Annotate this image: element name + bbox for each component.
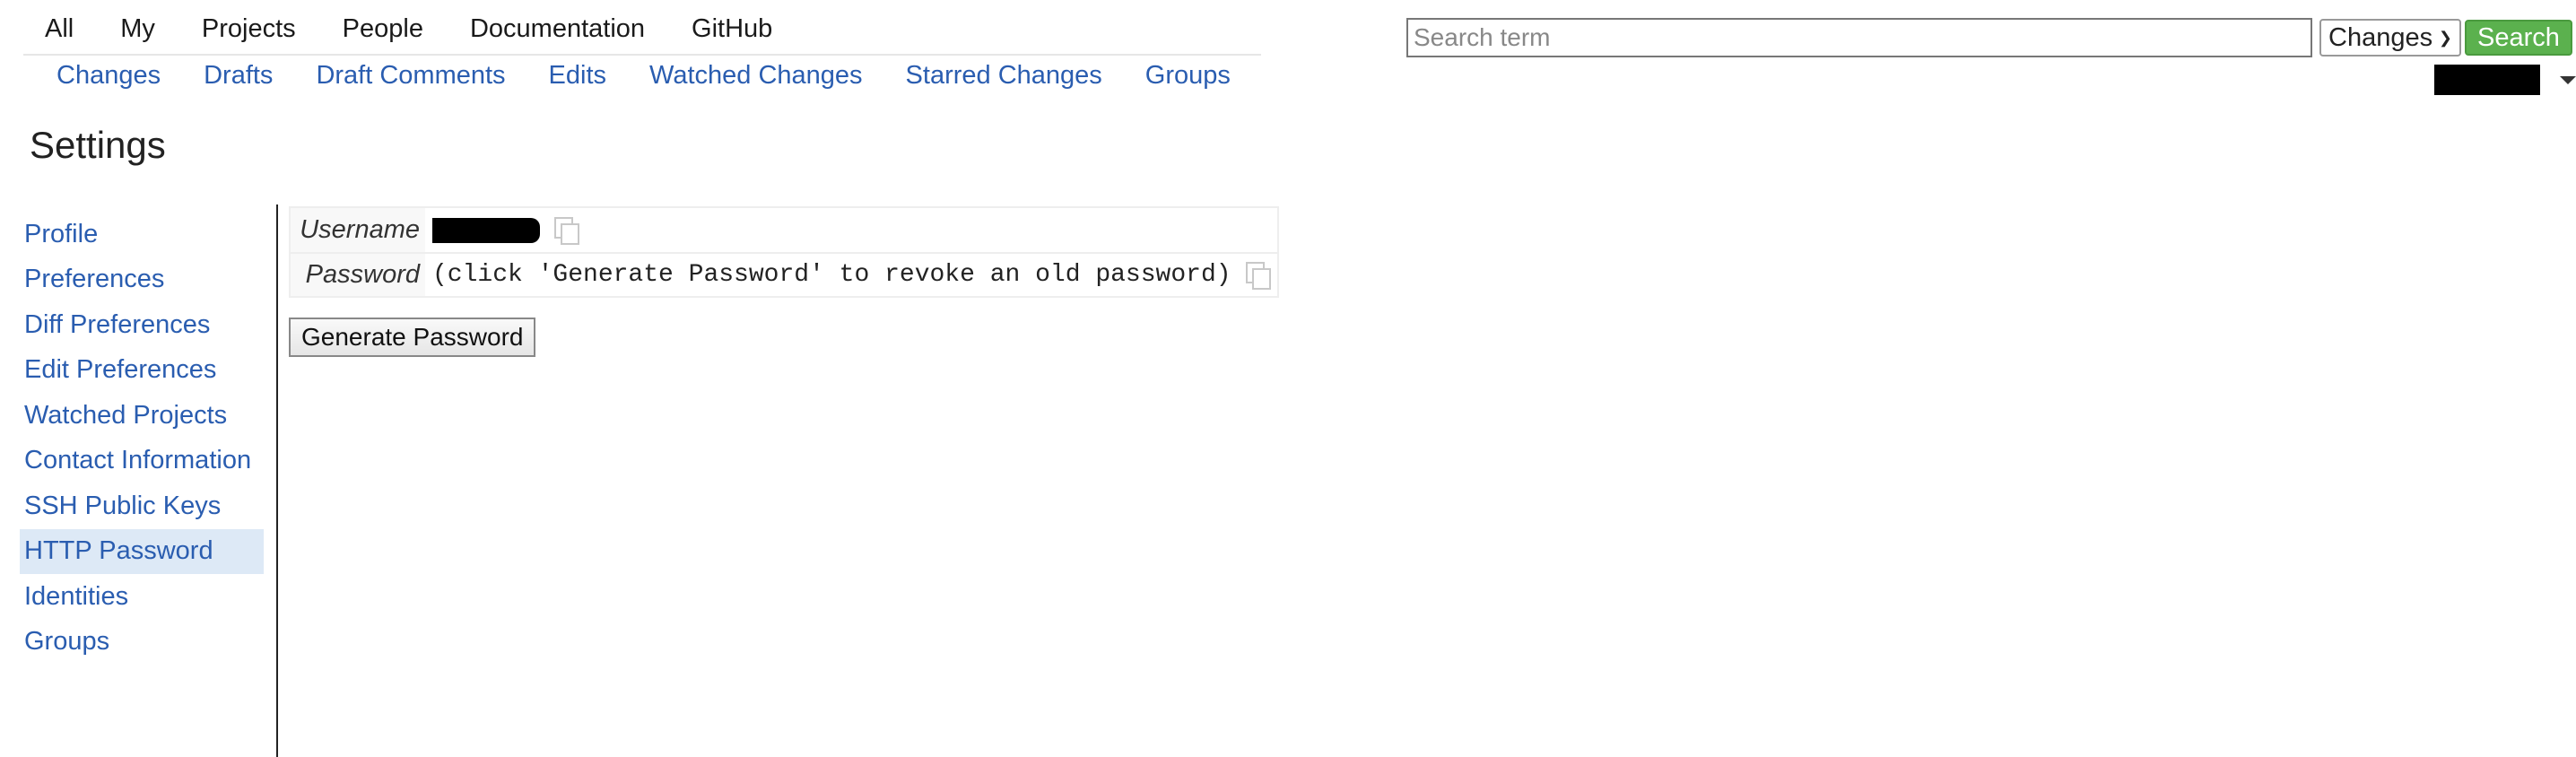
username-label: Username — [300, 215, 420, 244]
sidebar-item-ssh-public-keys[interactable]: SSH Public Keys — [20, 483, 264, 529]
sub-nav-groups[interactable]: Groups — [1145, 61, 1231, 91]
sidebar-item-identities[interactable]: Identities — [20, 574, 264, 620]
search-scope-select[interactable]: Changes ❯ — [2319, 19, 2461, 57]
password-text: (click 'Generate Password' to revoke an … — [432, 261, 1231, 289]
password-row: Password (click 'Generate Password' to r… — [291, 252, 1277, 296]
sidebar-item-contact-information[interactable]: Contact Information — [20, 439, 264, 484]
top-nav-documentation[interactable]: Documentation — [470, 14, 645, 44]
top-nav-people[interactable]: People — [343, 14, 423, 44]
search-bar: Changes ❯ Search — [1406, 18, 2572, 57]
sidebar-item-profile[interactable]: Profile — [20, 212, 264, 257]
copy-icon[interactable] — [554, 216, 579, 245]
top-nav-all[interactable]: All — [45, 14, 74, 44]
sub-nav: Changes Drafts Draft Comments Edits Watc… — [57, 61, 1274, 91]
sidebar-item-http-password[interactable]: HTTP Password — [20, 528, 264, 574]
chevron-down-icon: ❯ — [2438, 28, 2452, 47]
caret-down-icon[interactable] — [2560, 75, 2576, 84]
sidebar-divider — [276, 204, 278, 757]
generate-password-button[interactable]: Generate Password — [289, 318, 536, 357]
search-button[interactable]: Search — [2465, 20, 2572, 56]
top-nav: All My Projects People Documentation Git… — [23, 14, 819, 44]
redacted-username-value — [432, 217, 540, 243]
copy-icon[interactable] — [1245, 261, 1271, 290]
username-row: Username — [291, 208, 1277, 252]
search-input[interactable] — [1406, 18, 2312, 57]
username-value — [425, 208, 1277, 252]
top-nav-github[interactable]: GitHub — [692, 14, 772, 44]
settings-sidebar: Profile Preferences Diff Preferences Edi… — [20, 212, 264, 665]
sidebar-item-preferences[interactable]: Preferences — [20, 257, 264, 303]
sidebar-item-diff-preferences[interactable]: Diff Preferences — [20, 302, 264, 348]
sub-nav-edits[interactable]: Edits — [549, 61, 606, 91]
sub-nav-draft-comments[interactable]: Draft Comments — [316, 61, 505, 91]
sub-nav-starred-changes[interactable]: Starred Changes — [906, 61, 1102, 91]
top-menu: All My Projects People Documentation Git… — [23, 0, 1261, 56]
redacted-username — [2434, 65, 2540, 95]
page-title: Settings — [30, 124, 166, 166]
top-nav-projects[interactable]: Projects — [202, 14, 296, 44]
sidebar-item-watched-projects[interactable]: Watched Projects — [20, 393, 264, 439]
search-scope-value: Changes — [2328, 22, 2433, 52]
password-value: (click 'Generate Password' to revoke an … — [425, 254, 1277, 296]
sub-nav-watched-changes[interactable]: Watched Changes — [649, 61, 863, 91]
sub-nav-changes[interactable]: Changes — [57, 61, 161, 91]
sidebar-item-groups[interactable]: Groups — [20, 620, 264, 666]
password-label: Password — [305, 260, 420, 289]
top-nav-my[interactable]: My — [120, 14, 155, 44]
sidebar-item-edit-preferences[interactable]: Edit Preferences — [20, 348, 264, 394]
account-menu[interactable] — [2434, 65, 2576, 95]
sub-nav-drafts[interactable]: Drafts — [204, 61, 273, 91]
credentials-table: Username Password (click 'Generate Passw… — [289, 206, 1279, 298]
